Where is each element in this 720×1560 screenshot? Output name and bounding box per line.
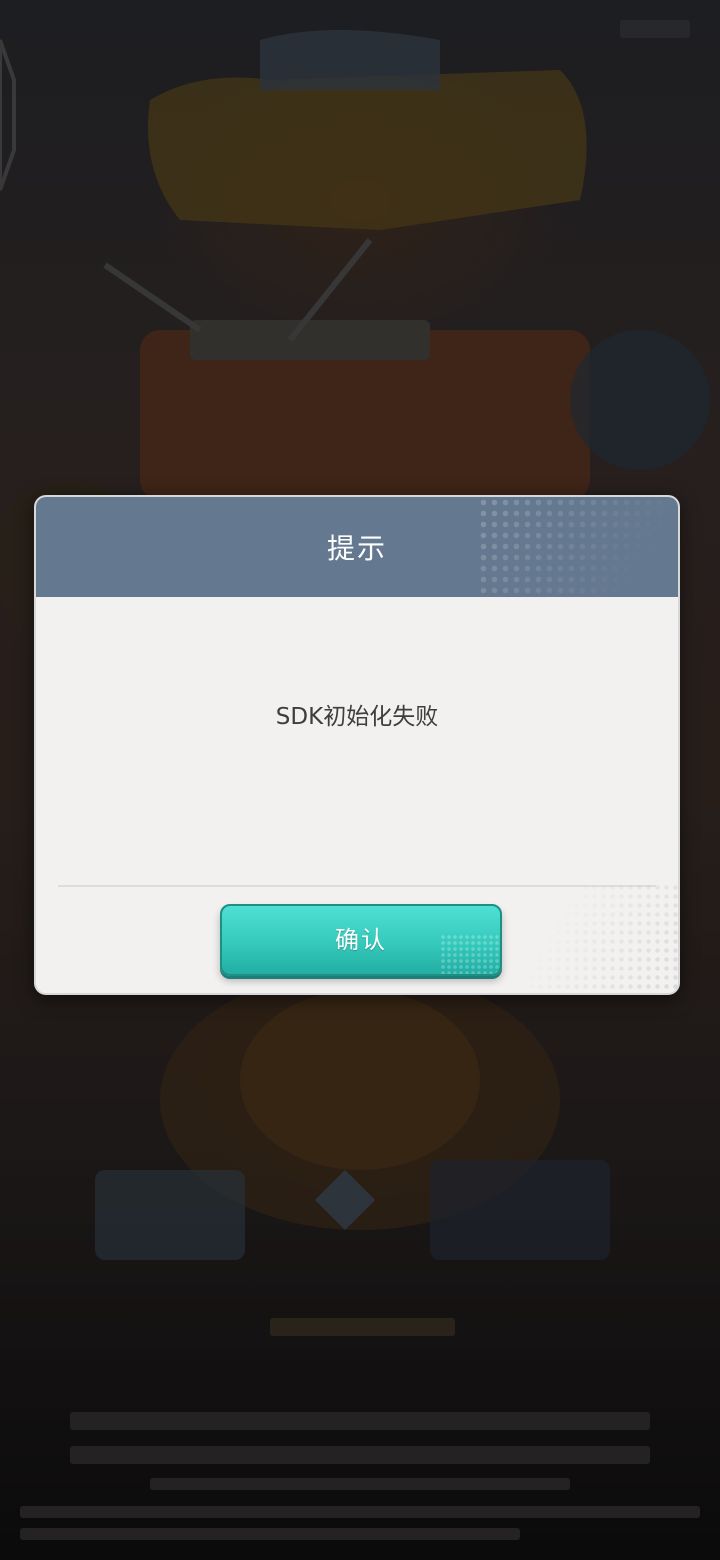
- confirm-button-label: 确认: [335, 926, 387, 954]
- dot-pattern-decoration: [518, 883, 678, 993]
- dialog-message: SDK初始化失败: [275, 704, 439, 730]
- dialog-header: 提示: [36, 497, 678, 597]
- alert-dialog: 提示 SDK初始化失败 确认: [34, 495, 680, 995]
- confirm-button[interactable]: 确认: [220, 904, 502, 976]
- dot-pattern-decoration: [440, 934, 500, 974]
- dialog-title: 提示: [326, 532, 387, 565]
